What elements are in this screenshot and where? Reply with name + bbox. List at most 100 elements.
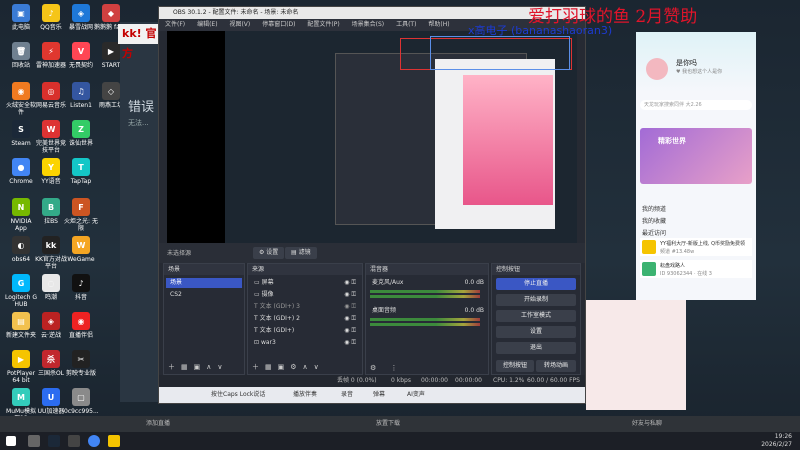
desktop-icon[interactable]: ▶ PotPlayer 64 bit [4,350,38,384]
app-icon: ✂ [72,350,90,368]
qq-link-recent[interactable]: 最近访问 [642,228,666,237]
desktop-icon[interactable]: 杀三国杀OL [34,350,68,377]
play-accompaniment[interactable]: 播放伴奏 [293,387,317,403]
stop-streaming-button[interactable]: 停止直播 [496,278,576,290]
desktop-icon[interactable]: Z 诛仙世界 [64,120,98,147]
obs-taskbar-icon[interactable] [28,435,40,447]
menu-tools[interactable]: 工具(T) [396,21,416,28]
menu-help[interactable]: 帮助(H) [428,21,449,28]
start-icon[interactable] [6,436,16,446]
desktop-icon[interactable]: ♫ Listen1 [64,82,98,109]
desktop-icon[interactable]: ● Chrome [4,158,38,185]
desktop-icon[interactable]: ◈ 暴雪战网 [64,4,98,31]
mixer-header: 混音器 [366,264,488,275]
desktop-icon-label: 回收站 [11,62,30,69]
menu-edit[interactable]: 编辑(E) [197,21,217,28]
scenes-footer-controls[interactable]: ＋▦▣∧∨ [168,362,228,372]
desktop-icon[interactable]: W 完美世界竞技平台 [34,120,68,154]
desktop-icon[interactable]: ◎ 网易云音乐 [34,82,68,109]
list-item[interactable]: 耘盘戏路人 ID 93062344 · 在线 3 [640,260,752,278]
ai-voice-changer[interactable]: AI变声 [407,387,425,403]
visibility-icon[interactable]: ◉ ⚿ [344,290,356,300]
qq-link-favorites[interactable]: 我的收藏 [642,216,666,225]
visibility-icon[interactable]: ◉ ⚿ [344,338,356,348]
desktop-icon[interactable]: ♪ QQ音乐 [34,4,68,31]
visibility-icon[interactable]: ◉ ⚿ [344,302,356,312]
chrome-taskbar-icon[interactable] [88,435,100,447]
overlay-selection-blue[interactable] [430,36,570,70]
desktop-icon[interactable]: ▤ 新建文件夹 [4,312,38,339]
start-recording-button[interactable]: 开始录制 [496,294,576,306]
menu-profile[interactable]: 配置文件(P) [307,21,339,28]
avatar[interactable] [646,58,668,80]
sources-footer-controls[interactable]: ＋▦▣⚙∧∨ [252,362,325,372]
exit-button[interactable]: 退出 [496,342,576,354]
menu-file[interactable]: 文件(F) [165,21,185,28]
app-icon: U [42,388,60,406]
source-item[interactable]: T 文本 (GDI+) 2 ◉ ⚿ [250,314,360,324]
source-item[interactable]: T 文本 (GDI+) ◉ ⚿ [250,326,360,336]
desktop-icon[interactable]: V 无畏契约 [64,42,98,69]
desktop-icon[interactable]: F 火炬之光: 无限 [64,198,98,232]
desktop-icon[interactable]: U UU加速器 [34,388,68,415]
desktop-icon[interactable]: ◐ obs64 [4,236,38,263]
system-clock[interactable]: 19:26 2026/2/27 [761,433,792,449]
app-icon: ▢ [72,388,90,406]
desktop-icon[interactable]: B 拉BS [34,198,68,225]
studio-mode-button[interactable]: 工作室模式 [496,310,576,322]
desktop-icon[interactable]: ◈ 云·逆战 [34,312,68,339]
desktop-icon[interactable]: ▢ 0c9cc995... [64,388,99,415]
source-item[interactable]: ⊡ war3 ◉ ⚿ [250,338,360,348]
visibility-icon[interactable]: ◉ ⚿ [344,326,356,336]
desktop-icon[interactable]: S Steam [4,120,38,147]
desktop-icon[interactable]: ✂ 剪映专业版 [64,350,98,377]
qq-banner[interactable] [640,128,752,184]
desktop-icon[interactable]: G Logitech G HUB [4,274,38,308]
download-link[interactable]: 放置下载 [376,416,400,432]
mixer-footer-controls[interactable]: ⚙ ⋮ [370,364,404,372]
desktop-icon[interactable]: ⚡ 雷神加速器 [34,42,68,69]
desktop-icon[interactable]: ◌ 鸣潮 [34,274,68,301]
push-to-talk[interactable]: 按住Caps Lock说话 [211,387,265,403]
source-item[interactable]: ▭ 摄像 ◉ ⚿ [250,290,360,300]
desktop-icon[interactable]: ◉ 火绒安全软件 [4,82,38,116]
menu-view[interactable]: 视图(V) [229,21,250,28]
scene-item[interactable]: 场景 [166,278,242,288]
desktop-icon[interactable]: W WeGame [64,236,98,263]
controls-tab[interactable]: 控制按钮 [496,360,534,372]
scene-item[interactable]: CS2 [166,290,242,300]
source-settings-button[interactable]: ⚙ 设置 [253,247,285,259]
menu-scene-collection[interactable]: 场景集合(S) [352,21,385,28]
obs-titlebar[interactable]: OBS 30.1.2 - 配置文件: 未命名 - 场景: 未命名 [159,7,585,19]
desktop-volume-slider[interactable] [370,323,480,326]
desktop-icon[interactable]: N NVIDIA App [4,198,38,232]
transitions-tab[interactable]: 转场动画 [536,360,576,372]
desktop-icon[interactable]: ▣ 此电脑 [4,4,38,31]
visibility-icon[interactable]: ◉ ⚿ [344,314,356,324]
friends-chat-link[interactable]: 好友与私聊 [632,416,662,432]
desktop-icon[interactable]: Y YY语音 [34,158,68,185]
mic-volume-slider[interactable] [370,295,480,298]
steam-taskbar-icon[interactable] [48,435,60,447]
desktop-icon[interactable]: ◉ 直播伴侣 [64,312,98,339]
app-taskbar-icon[interactable] [68,435,80,447]
source-filters-button[interactable]: ▤ 滤镜 [285,247,317,259]
camera-icon: ▭ [254,291,262,298]
add-stream-link[interactable]: 添加直播 [146,416,170,432]
settings-button[interactable]: 设置 [496,326,576,338]
desktop-icon[interactable]: 🗑 回收站 [4,42,38,69]
visibility-icon[interactable]: ◉ ⚿ [344,278,356,288]
source-item[interactable]: T 文本 (GDI+) 3 ◉ ⚿ [250,302,360,312]
danmaku[interactable]: 弹幕 [373,387,385,403]
search-input[interactable]: 天龙玩家搜索同伴 大2.26 [640,100,752,110]
qq-window[interactable]: 是你吗 ♥ 我也想这个人是你 天龙玩家搜索同伴 大2.26 精彩世界 我的频道 … [636,32,756,300]
source-item[interactable]: ▭ 屏幕 ◉ ⚿ [250,278,360,288]
list-item[interactable]: YY福利大厅-新版上线, Q币奖励免费领 频道 #13.48w [640,238,752,256]
qq-link-channels[interactable]: 我的频道 [642,204,666,213]
record-audio[interactable]: 录音 [341,387,353,403]
desktop-icon[interactable]: T TapTap [64,158,98,185]
menu-docks[interactable]: 停靠窗口(D) [262,21,295,28]
desktop-icon[interactable]: kk KK官方对战平台 [34,236,68,270]
yy-taskbar-icon[interactable] [108,435,120,447]
desktop-icon[interactable]: ♪ 抖音 [64,274,98,301]
